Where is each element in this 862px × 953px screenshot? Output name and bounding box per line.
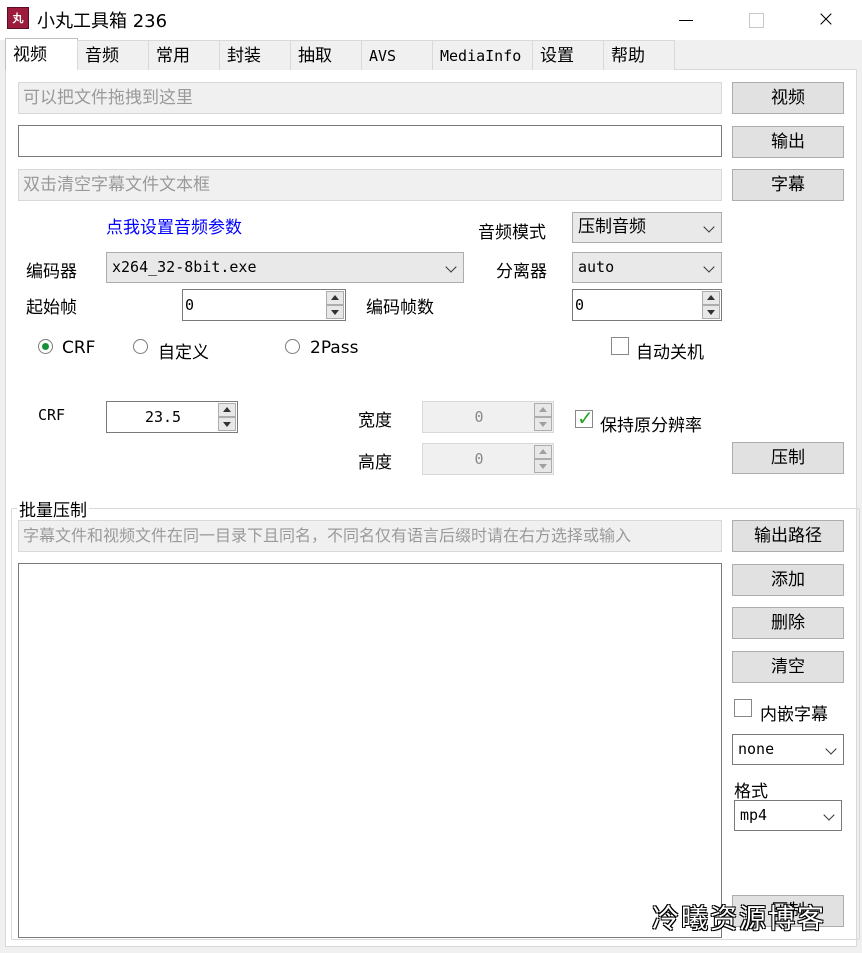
add-button[interactable]: 添加 — [732, 564, 844, 596]
spin-up-icon[interactable] — [534, 445, 552, 459]
encode-button[interactable]: 压制 — [732, 442, 844, 474]
height-spinner[interactable]: 0 — [422, 443, 554, 475]
keep-resolution-label[interactable]: 保持原分辨率 — [600, 411, 702, 436]
output-button[interactable]: 输出 — [732, 126, 844, 158]
auto-shutdown-label[interactable]: 自动关机 — [636, 338, 704, 363]
format-select[interactable]: mp4 — [734, 800, 842, 831]
mode-crf-label[interactable]: CRF — [62, 338, 95, 358]
chevron-down-icon — [825, 743, 837, 755]
height-value: 0 — [474, 450, 484, 468]
mode-2pass-radio[interactable] — [285, 339, 300, 354]
spin-up-icon[interactable] — [534, 403, 552, 417]
crf-value: 23.5 — [144, 408, 182, 426]
subtitle-button[interactable]: 字幕 — [732, 169, 844, 201]
tab-video[interactable]: 视频 — [5, 38, 78, 70]
auto-shutdown-checkbox[interactable] — [611, 337, 629, 355]
tab-extract[interactable]: 抽取 — [290, 40, 362, 70]
tab-help[interactable]: 帮助 — [603, 40, 675, 70]
demuxer-value: auto — [578, 258, 615, 276]
start-frame-spinner[interactable]: 0 — [182, 289, 346, 321]
minimize-icon — [679, 19, 693, 21]
spin-down-icon[interactable] — [326, 305, 344, 319]
spin-down-icon[interactable] — [702, 305, 720, 319]
subtitle-file-input[interactable]: 双击清空字幕文件文本框 — [18, 169, 722, 201]
spin-up-icon[interactable] — [326, 291, 344, 305]
mode-2pass-label[interactable]: 2Pass — [310, 338, 358, 358]
minimize-button[interactable] — [652, 0, 720, 40]
close-button[interactable]: × — [792, 0, 860, 40]
mode-custom-radio[interactable] — [133, 339, 148, 354]
mode-custom-label[interactable]: 自定义 — [158, 338, 209, 363]
tab-common[interactable]: 常用 — [148, 40, 220, 70]
encoder-label: 编码器 — [26, 262, 77, 282]
audio-mode-select[interactable]: 压制音频 — [572, 212, 722, 243]
audio-mode-value: 压制音频 — [578, 217, 646, 237]
close-icon: × — [816, 7, 836, 32]
delete-button[interactable]: 删除 — [732, 607, 844, 639]
mode-crf-radio[interactable] — [38, 339, 53, 354]
chevron-down-icon — [823, 809, 835, 821]
subtitle-lang-value: none — [738, 740, 775, 758]
height-label: 高度 — [358, 453, 392, 473]
crf-spinner[interactable]: 23.5 — [106, 401, 238, 433]
chevron-down-icon — [703, 221, 715, 233]
app-logo-icon: 丸 — [7, 7, 29, 29]
spin-down-icon[interactable] — [534, 459, 552, 473]
watermark: 冷曦资源博客 — [652, 904, 826, 935]
video-file-input[interactable]: 可以把文件拖拽到这里 — [18, 82, 722, 114]
start-frame-label: 起始帧 — [26, 298, 77, 318]
crf-label: CRF — [38, 406, 66, 424]
output-file-input[interactable] — [18, 125, 722, 157]
batch-hint-input[interactable]: 字幕文件和视频文件在同一目录下且同名，不同名仅有语言后缀时请在右方选择或输入 — [18, 520, 722, 552]
batch-group-label: 批量压制 — [17, 496, 89, 521]
width-value: 0 — [474, 408, 484, 426]
keep-resolution-checkbox[interactable] — [575, 406, 594, 430]
spin-up-icon[interactable] — [218, 403, 236, 417]
chevron-down-icon — [445, 261, 457, 273]
encoder-value: x264_32-8bit.exe — [112, 258, 257, 276]
tab-avs[interactable]: AVS — [361, 40, 433, 70]
tab-settings[interactable]: 设置 — [532, 40, 604, 70]
audio-settings-link[interactable]: 点我设置音频参数 — [106, 213, 242, 238]
window-title: 小丸工具箱 236 — [37, 11, 168, 32]
audio-mode-label: 音频模式 — [478, 223, 546, 243]
chevron-down-icon — [703, 261, 715, 273]
tab-mediainfo[interactable]: MediaInfo — [432, 40, 533, 70]
tab-mux[interactable]: 封装 — [219, 40, 291, 70]
title-bar: 丸 小丸工具箱 236 × — [0, 0, 862, 40]
output-path-button[interactable]: 输出路径 — [732, 520, 844, 552]
format-label: 格式 — [734, 782, 768, 802]
spin-up-icon[interactable] — [702, 291, 720, 305]
width-spinner[interactable]: 0 — [422, 401, 554, 433]
tab-bar: 视频 音频 常用 封装 抽取 AVS MediaInfo 设置 帮助 — [5, 38, 675, 70]
clear-button[interactable]: 清空 — [732, 651, 844, 683]
spin-down-icon[interactable] — [534, 417, 552, 431]
maximize-button[interactable] — [722, 0, 790, 40]
format-value: mp4 — [740, 806, 768, 824]
encode-frames-label: 编码帧数 — [366, 298, 434, 318]
width-label: 宽度 — [358, 411, 392, 431]
tab-audio[interactable]: 音频 — [77, 40, 149, 70]
video-button[interactable]: 视频 — [732, 82, 844, 114]
spin-down-icon[interactable] — [218, 417, 236, 431]
demuxer-label: 分离器 — [496, 262, 547, 282]
encode-frames-spinner[interactable]: 0 — [572, 289, 722, 321]
embed-subtitle-checkbox[interactable] — [734, 699, 752, 717]
demuxer-select[interactable]: auto — [572, 252, 722, 283]
embed-subtitle-label[interactable]: 内嵌字幕 — [760, 700, 828, 725]
maximize-icon — [748, 12, 764, 28]
encode-frames-value: 0 — [575, 296, 585, 314]
subtitle-lang-select[interactable]: none — [732, 734, 844, 765]
start-frame-value: 0 — [185, 296, 195, 314]
encoder-select[interactable]: x264_32-8bit.exe — [106, 252, 464, 283]
batch-file-list[interactable] — [18, 563, 722, 938]
